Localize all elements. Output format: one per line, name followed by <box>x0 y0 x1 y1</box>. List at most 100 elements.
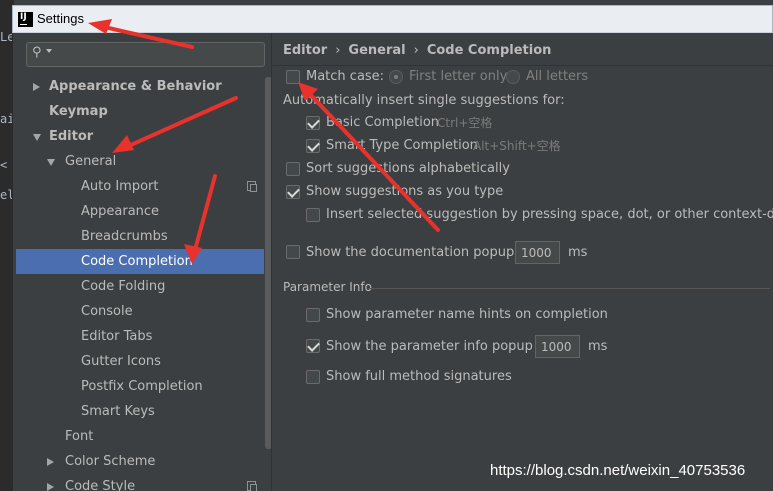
breadcrumb-editor[interactable]: Editor <box>283 43 327 58</box>
match-case-label[interactable]: Match case: <box>306 67 384 87</box>
tree-item-console[interactable]: Console <box>16 299 270 324</box>
basic-completion-checkbox[interactable] <box>306 116 320 130</box>
show-as-you-type-label[interactable]: Show suggestions as you type <box>306 182 503 202</box>
tree-item-label: Gutter Icons <box>81 354 161 369</box>
info-popup-label[interactable]: Show the parameter info popup in <box>326 337 549 357</box>
collapse-arrow-icon[interactable] <box>47 159 55 166</box>
breadcrumb-code-completion: Code Completion <box>426 43 552 58</box>
name-hints-checkbox[interactable] <box>306 308 320 322</box>
sort-alphabetically-label[interactable]: Sort suggestions alphabetically <box>306 159 510 179</box>
breadcrumb-divider <box>272 65 773 66</box>
full-signatures-label[interactable]: Show full method signatures <box>326 367 512 387</box>
tree-item-label: Appearance <box>81 204 160 219</box>
doc-popup-checkbox[interactable] <box>286 245 300 259</box>
basic-completion-row: Basic Completion Ctrl+空格 <box>306 113 606 133</box>
settings-sidebar: ⚲ Appearance & Behavior Keymap Editor Gener… <box>16 33 273 491</box>
tree-item-label: Console <box>81 304 133 319</box>
breadcrumb-general[interactable]: General <box>348 43 405 58</box>
doc-popup-delay-input[interactable] <box>515 241 560 264</box>
tree-item-label: Code Completion <box>81 254 193 269</box>
tree-item-auto-import[interactable]: Auto Import <box>16 174 270 199</box>
breadcrumb-separator-icon: › <box>335 43 341 58</box>
settings-content: Editor › General › Code Completion Match cas… <box>272 33 773 491</box>
doc-popup-row: Show the documentation popup in ms <box>286 241 626 265</box>
sort-alphabetically-checkbox[interactable] <box>286 162 300 176</box>
first-letter-only-label[interactable]: First letter only <box>409 67 507 87</box>
tree-item-label: Code Folding <box>81 279 166 294</box>
search-icon[interactable]: ⚲ <box>32 45 42 60</box>
collapse-arrow-icon[interactable] <box>33 134 41 141</box>
info-popup-row: Show the parameter info popup in ms <box>306 335 646 359</box>
copy-icon <box>247 481 257 491</box>
copy-icon <box>247 181 257 192</box>
full-signatures-row: Show full method signatures <box>306 367 606 387</box>
tree-item-general[interactable]: General <box>16 149 270 174</box>
expand-arrow-icon[interactable] <box>47 483 54 491</box>
parameter-info-separator <box>368 288 770 289</box>
tree-item-label: Appearance & Behavior <box>49 79 222 94</box>
match-case-checkbox[interactable] <box>286 70 300 84</box>
tree-item-label: Auto Import <box>81 179 159 194</box>
tree-item-appearance-behavior[interactable]: Appearance & Behavior <box>16 74 270 99</box>
tree-item-breadcrumbs[interactable]: Breadcrumbs <box>16 224 270 249</box>
show-as-you-type-checkbox[interactable] <box>286 185 300 199</box>
all-letters-label[interactable]: All letters <box>526 67 588 87</box>
editor-fragment: < <box>0 158 8 172</box>
tree-item-label: Editor <box>49 129 94 144</box>
window-title: Settings <box>37 11 84 26</box>
smart-type-completion-shortcut: Alt+Shift+空格 <box>473 139 561 153</box>
intellij-app-icon: IJ <box>18 12 33 27</box>
tree-item-label: Keymap <box>49 104 108 119</box>
info-popup-delay-input[interactable] <box>535 335 580 358</box>
expand-arrow-icon[interactable] <box>33 83 40 91</box>
tree-item-postfix-completion[interactable]: Postfix Completion <box>16 374 270 399</box>
insert-selected-checkbox[interactable] <box>306 208 320 222</box>
tree-item-color-scheme[interactable]: Color Scheme <box>16 449 270 474</box>
tree-item-label: Breadcrumbs <box>81 229 168 244</box>
show-as-you-type-row: Show suggestions as you type <box>286 182 586 202</box>
sort-alphabetically-row: Sort suggestions alphabetically <box>286 159 586 179</box>
basic-completion-label[interactable]: Basic Completion <box>326 113 439 133</box>
tree-item-keymap[interactable]: Keymap <box>16 99 270 124</box>
doc-popup-unit: ms <box>568 245 588 260</box>
tree-item-code-completion[interactable]: Code Completion <box>16 249 270 274</box>
window-titlebar[interactable]: IJ Settings <box>12 5 773 33</box>
tree-item-gutter-icons[interactable]: Gutter Icons <box>16 349 270 374</box>
insert-selected-row: Insert selected suggestion by pressing s… <box>306 205 773 225</box>
smart-type-completion-label[interactable]: Smart Type Completion <box>326 136 478 156</box>
smart-type-completion-checkbox[interactable] <box>306 139 320 153</box>
all-letters-radio[interactable] <box>506 70 520 84</box>
insert-selected-label[interactable]: Insert selected suggestion by pressing s… <box>326 205 773 225</box>
info-popup-checkbox[interactable] <box>306 339 320 353</box>
tree-item-editor-tabs[interactable]: Editor Tabs <box>16 324 270 349</box>
tree-item-appearance[interactable]: Appearance <box>16 199 270 224</box>
tree-item-label: General <box>65 154 117 169</box>
breadcrumb-separator-icon: › <box>413 43 419 58</box>
name-hints-row: Show parameter name hints on completion <box>306 305 608 325</box>
screenshot-root: Le ai < el IJ Settings ⚲ Appearance & Be… <box>0 0 773 491</box>
doc-popup-label[interactable]: Show the documentation popup in <box>306 243 530 263</box>
search-history-dropdown-icon[interactable] <box>46 49 52 53</box>
settings-search-box[interactable]: ⚲ <box>26 42 265 67</box>
tree-item-label: Color Scheme <box>65 454 156 469</box>
settings-dialog: ⚲ Appearance & Behavior Keymap Editor Gener… <box>12 33 773 491</box>
expand-arrow-icon[interactable] <box>47 458 54 466</box>
tree-item-code-style[interactable]: Code Style <box>16 474 270 491</box>
match-case-row: Match case: First letter only All letter… <box>286 67 766 87</box>
auto-insert-heading: Automatically insert single suggestions … <box>283 93 565 108</box>
info-popup-unit: ms <box>588 339 608 354</box>
tree-item-label: Code Style <box>65 479 136 491</box>
name-hints-label[interactable]: Show parameter name hints on completion <box>326 305 608 325</box>
parameter-info-section-title: Parameter Info <box>283 280 372 294</box>
smart-type-completion-row: Smart Type Completion Alt+Shift+空格 <box>306 136 626 156</box>
tree-item-editor[interactable]: Editor <box>16 124 270 149</box>
full-signatures-checkbox[interactable] <box>306 370 320 384</box>
basic-completion-shortcut: Ctrl+空格 <box>437 116 493 130</box>
first-letter-only-radio[interactable] <box>389 70 403 84</box>
tree-item-smart-keys[interactable]: Smart Keys <box>16 399 270 424</box>
tree-item-code-folding[interactable]: Code Folding <box>16 274 270 299</box>
tree-item-label: Postfix Completion <box>81 379 203 394</box>
settings-search-input[interactable] <box>57 45 257 63</box>
tree-item-font[interactable]: Font <box>16 424 270 449</box>
watermark-text: https://blog.csdn.net/weixin_40753536 <box>490 462 746 479</box>
